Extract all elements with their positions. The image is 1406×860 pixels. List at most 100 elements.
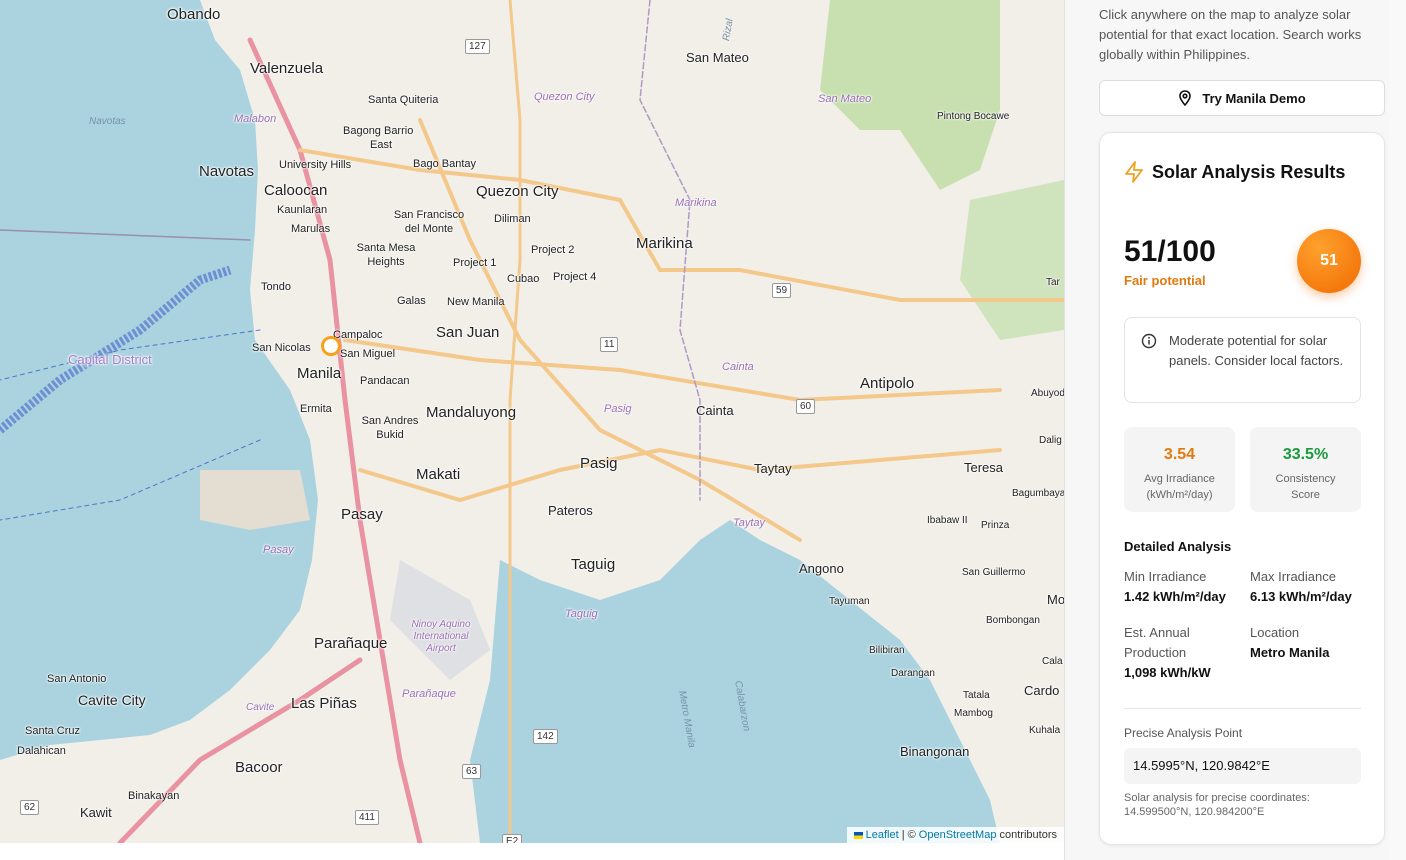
road-shield: E2 [502,834,523,843]
detail-max-irradiance: Max Irradiance 6.13 kWh/m²/day [1250,567,1370,607]
map-attribution: Leaflet | © OpenStreetMap contributors [846,827,1064,843]
score-badge: 51 [1297,229,1361,293]
road-shield: 60 [796,399,816,414]
map-label-city: Cainta [696,403,734,418]
location-marker[interactable] [321,336,341,356]
map-label-area: Taytay [733,517,766,529]
map-label-place: University Hills [279,159,352,171]
info-note: Moderate potential for solar panels. Con… [1124,317,1361,403]
map-label-city: Makati [416,466,461,483]
map-label-city: Valenzuela [250,60,324,77]
map-label-area: Marikina [675,197,717,209]
map-label-city: Navotas [199,163,255,180]
detail-value: 1.42 kWh/m²/day [1124,589,1226,604]
stat-avg-irradiance: 3.54 Avg Irradiance (kWh/m²/day) [1124,427,1235,512]
detail-key: Est. Annual Production [1124,625,1190,660]
map-label-place: San Guillermo [962,567,1026,578]
attribution-suffix: contributors [999,829,1057,841]
map-label-place: Bombongan [986,615,1040,626]
try-demo-label: Try Manila Demo [1202,90,1306,106]
osm-link[interactable]: OpenStreetMap [919,829,997,841]
map-label-city: Pasig [580,455,618,472]
map-label-place: Santa Quiteria [368,94,439,106]
map-label-place: Santa Mesa Heights [356,242,416,268]
map-label-city: Las Piñas [291,695,357,712]
map-canvas[interactable]: Obando Valenzuela San Mateo Navotas Calo… [0,0,1064,843]
map-label-area: Taguig [565,608,598,620]
map-label-city: Bacoor [235,759,283,776]
map-base-layer [0,0,1064,843]
road-shield: 142 [533,729,558,744]
results-title: Solar Analysis Results [1124,161,1345,183]
map-label-place: Dalahican [17,745,66,757]
map-label-place: San Antonio [47,673,107,685]
detail-key: Min Irradiance [1124,569,1207,584]
map-label-area: Quezon City [534,91,595,103]
map-label-place: San Nicolas [252,342,311,354]
map-label-place: Kaunlaran [277,204,328,216]
map-label-place: Bagumbayan [1012,488,1064,499]
map-label-place: Kuhala [1029,725,1061,736]
results-card: Solar Analysis Results 51/100 Fair poten… [1099,132,1385,845]
stat-value: 33.5% [1282,446,1329,463]
detail-value: Metro Manila [1250,645,1330,660]
map-label-district: Capital District [68,352,152,367]
map-label-place: Ibabaw II [927,515,968,526]
map-label-place: Mo [1047,592,1064,607]
map-label-city: Caloocan [264,182,328,199]
map-label-place: San Francisco del Monte [393,209,465,235]
leaflet-link[interactable]: Leaflet [866,829,899,841]
map-label-city: Cardo [1024,683,1060,698]
map-label-city: Antipolo [860,375,915,392]
map-label-place: Dalig [1039,435,1062,446]
map-label-city: Pasay [341,506,383,523]
map-label-city: Manila [297,365,342,382]
map-label-place: Diliman [494,213,531,225]
map-label-city: Cavite City [78,692,146,708]
stat-value: 3.54 [1163,446,1196,463]
stat-label: Consistency Score [1275,473,1336,501]
map-label-place: Cubao [507,273,540,285]
map-label-area: Malabon [234,113,277,125]
map-label-place: Pintong Bocawe [937,111,1010,122]
map-label-area: Pasig [604,403,632,415]
map-label-place: San Andres Bukid [361,415,419,441]
map-label-place: New Manila [447,296,505,308]
map-label-city: Obando [167,6,221,23]
map-label-area: Cavite [246,702,275,713]
precise-point-value: 14.5995°N, 120.9842°E [1124,748,1361,784]
info-note-text: Moderate potential for solar panels. Con… [1169,333,1344,368]
intro-text: Click anywhere on the map to analyze sol… [1099,7,1362,62]
detailed-analysis-title: Detailed Analysis [1124,539,1232,554]
map-label-city: San Mateo [686,50,749,65]
map-label-place: East [370,139,393,151]
map-label-place: Bago Bantay [413,158,476,170]
detail-key: Max Irradiance [1250,569,1336,584]
map-label-place: Project 4 [553,271,597,283]
score-label: Fair potential [1124,273,1206,288]
map-label-place: Bagong Barrio [343,125,414,137]
attribution-separator: | © [901,829,916,841]
try-demo-button[interactable]: Try Manila Demo [1099,80,1385,116]
scrollbar[interactable] [1389,0,1406,860]
map-label-place: Ermita [300,403,332,415]
map-label-area: Cainta [722,361,754,373]
stat-consistency: 33.5% Consistency Score [1250,427,1361,512]
score-value: 51/100 [1124,235,1216,268]
map-label-place: Prinza [981,520,1010,531]
map-label-city: Kawit [80,805,112,820]
map-label-area: Parañaque [402,688,456,700]
map-label-place: Tatala [963,690,990,701]
map-label-place: Abuyod [1031,388,1064,399]
precise-point-label: Precise Analysis Point [1124,726,1243,740]
road-shield: 63 [462,764,482,779]
detail-value: 1,098 kWh/kW [1124,665,1211,680]
map-label-place: Tayuman [829,596,870,607]
map-label-place: Campaloc [333,329,383,341]
map-label-city: Pateros [548,503,593,518]
road-shield: 411 [355,810,379,825]
map-label-place: Project 2 [531,244,575,256]
map-label-place: Project 1 [453,257,497,269]
road-shield: 59 [772,283,792,298]
detail-value: 6.13 kWh/m²/day [1250,589,1352,604]
